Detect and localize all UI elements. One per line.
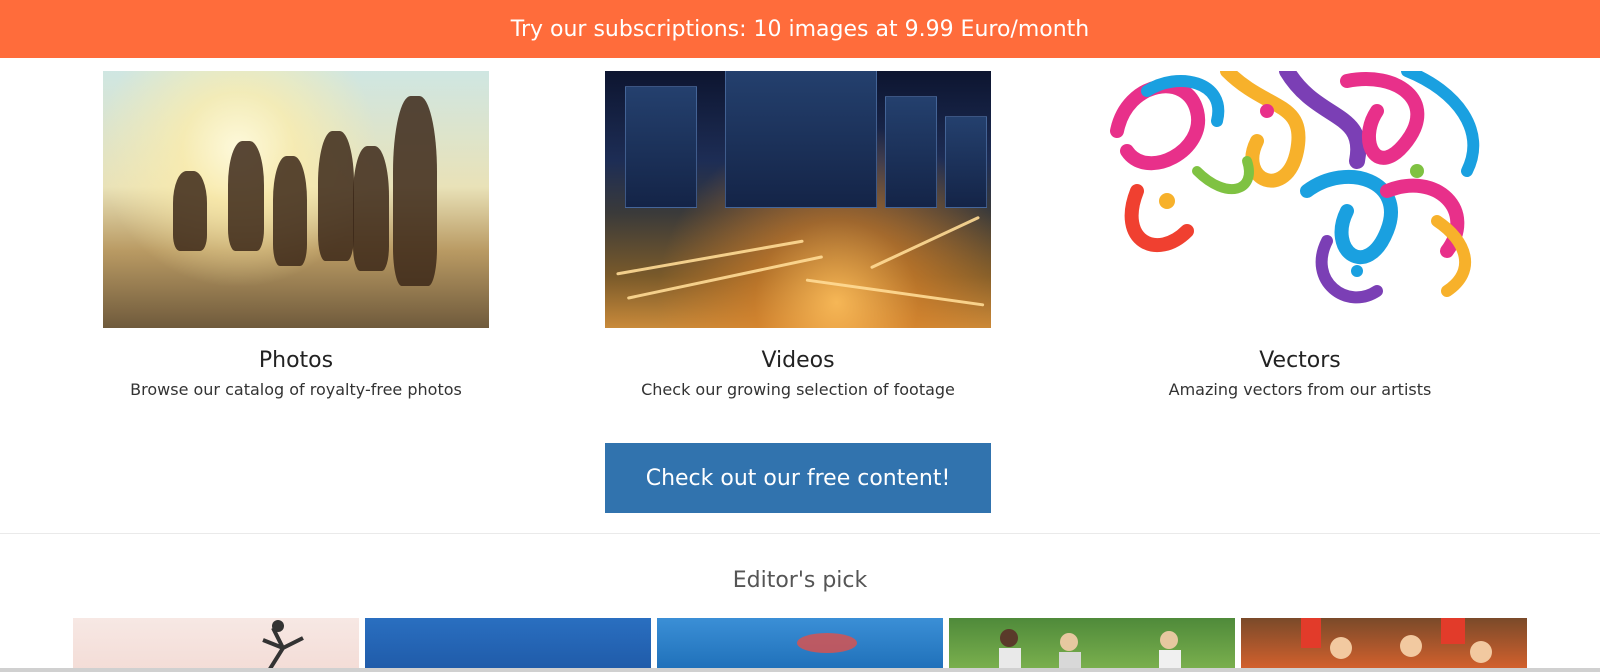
free-content-button-label: Check out our free content! (645, 465, 951, 491)
promo-banner[interactable]: Try our subscriptions: 10 images at 9.99… (0, 0, 1600, 58)
category-videos[interactable]: Videos Check our growing selection of fo… (605, 71, 991, 400)
pool-swimmer-image[interactable] (365, 618, 651, 672)
swirls-graphic (1110, 71, 1480, 304)
editors-pick-strip (73, 618, 1527, 672)
category-title[interactable]: Vectors (1107, 348, 1493, 374)
group-figures (999, 629, 1181, 672)
outdoor-group-image[interactable] (949, 618, 1235, 672)
promo-banner-text: Try our subscriptions: 10 images at 9.99… (510, 16, 1090, 42)
category-description: Amazing vectors from our artists (1168, 380, 1432, 399)
bottom-scroll-bar (0, 668, 1600, 672)
editors-pick-heading: Editor's pick (732, 568, 868, 593)
fans-cheering-image[interactable] (1241, 618, 1527, 672)
colorful-swirls-image[interactable] (1107, 71, 1493, 328)
category-description: Check our growing selection of footage (641, 380, 955, 399)
category-title[interactable]: Photos (103, 348, 489, 374)
free-content-button[interactable]: Check out our free content! (605, 443, 991, 513)
category-title[interactable]: Videos (605, 348, 991, 374)
dancer-image[interactable] (73, 618, 359, 672)
section-divider (0, 533, 1600, 534)
beach-jumping-friends-image[interactable] (103, 71, 489, 328)
city-night-traffic-image[interactable] (605, 71, 991, 328)
category-vectors[interactable]: Vectors Amazing vectors from our artists (1107, 71, 1493, 400)
underwater-swimmer-image[interactable] (657, 618, 943, 672)
dancer-figure (262, 620, 304, 672)
fans-figures (1301, 618, 1492, 663)
category-description: Browse our catalog of royalty-free photo… (130, 380, 462, 399)
swimmer-figure (797, 633, 857, 653)
category-photos[interactable]: Photos Browse our catalog of royalty-fre… (103, 71, 489, 400)
